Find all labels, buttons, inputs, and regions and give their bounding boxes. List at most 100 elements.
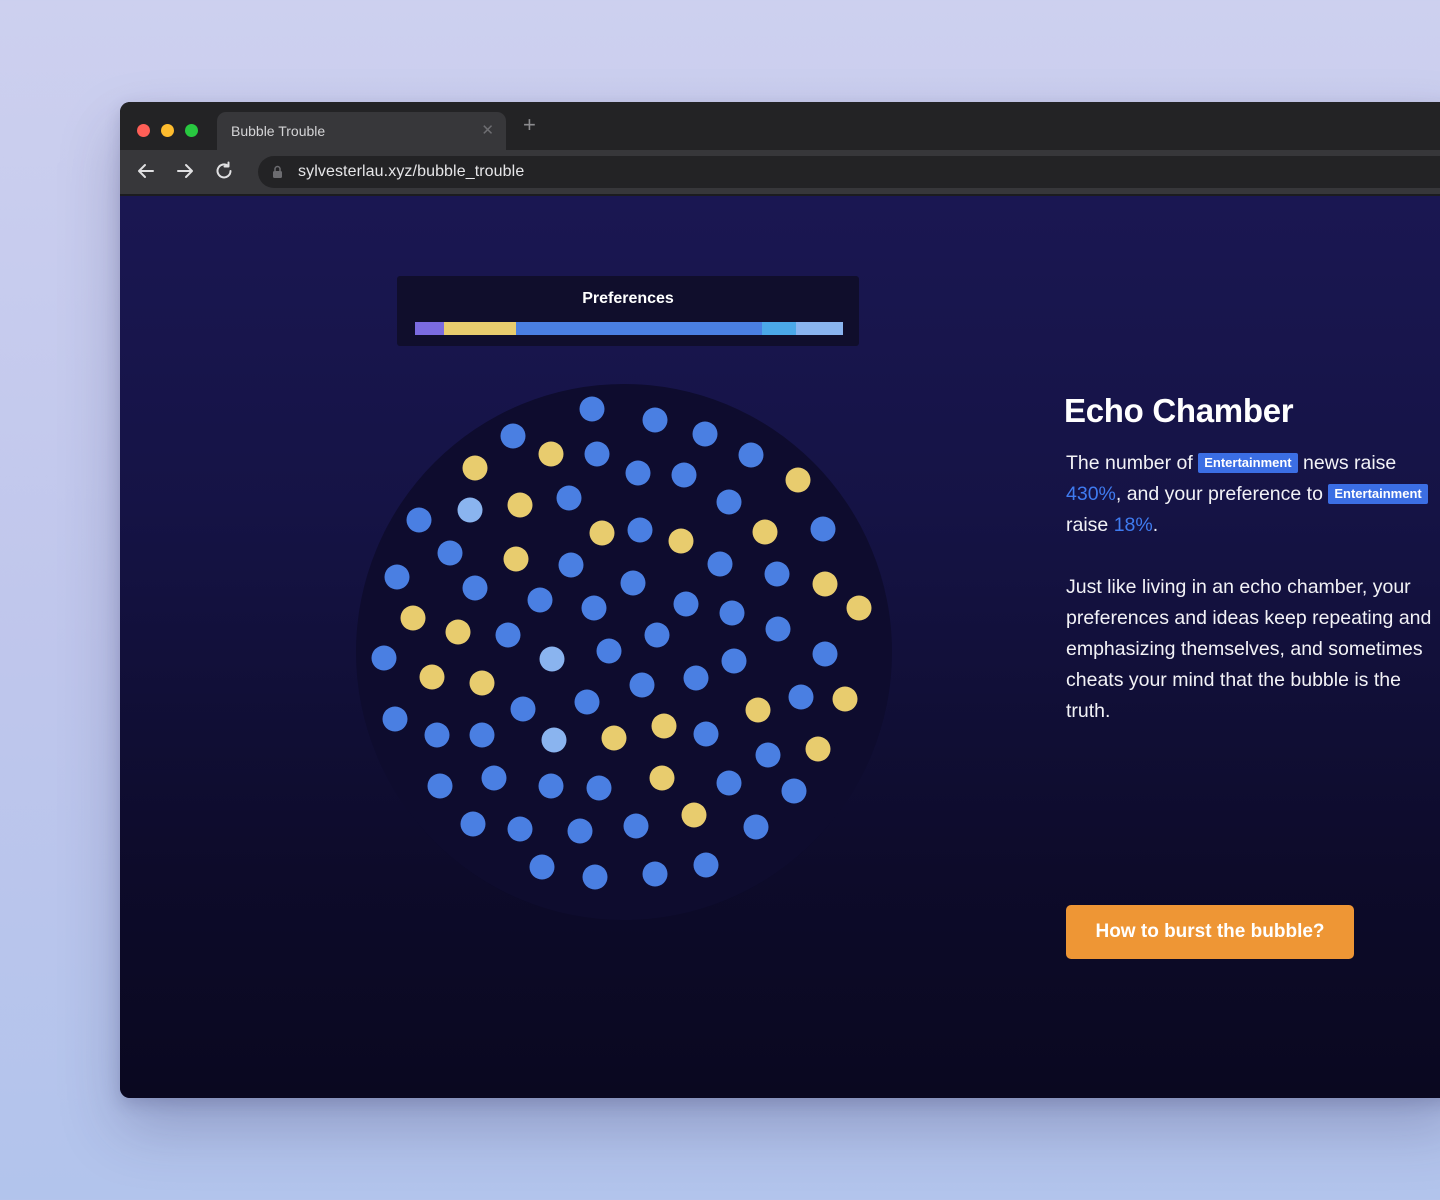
yellow-bubble <box>651 713 677 739</box>
preference-increase-value: 18% <box>1113 514 1153 536</box>
yellow-bubble <box>785 467 811 493</box>
yellow-bubble <box>400 605 426 631</box>
burst-bubble-button[interactable]: How to burst the bubble? <box>1066 905 1354 959</box>
browser-window: Bubble Trouble ✕ + sylvesterlau.xyz/bubb… <box>120 102 1440 1098</box>
yellow-bubble <box>649 765 675 791</box>
blue-bubble <box>581 595 607 621</box>
blue-bubble <box>627 517 653 543</box>
text-fragment: raise <box>1066 514 1114 536</box>
url-text: sylvesterlau.xyz/bubble_trouble <box>298 163 525 180</box>
blue-bubble <box>424 722 450 748</box>
yellow-bubble <box>752 519 778 545</box>
blue-bubble <box>596 638 622 664</box>
preference-segment <box>762 322 797 335</box>
blue-bubble <box>427 773 453 799</box>
blue-bubble <box>384 564 410 590</box>
blue-bubble <box>538 773 564 799</box>
blue-bubble <box>755 742 781 768</box>
blue-bubble <box>556 485 582 511</box>
yellow-bubble <box>503 546 529 572</box>
blue-bubble <box>764 561 790 587</box>
bubble-cluster <box>356 384 892 920</box>
yellow-bubble <box>745 697 771 723</box>
blue-bubble <box>644 622 670 648</box>
page-viewport: Preferences Echo Chamber The number of E… <box>120 196 1440 1098</box>
preference-segment <box>515 322 763 335</box>
browser-toolbar: sylvesterlau.xyz/bubble_trouble <box>120 150 1440 196</box>
blue-bubble <box>481 765 507 791</box>
news-increase-value: 430% <box>1066 483 1116 505</box>
blue-bubble <box>716 489 742 515</box>
blue-bubble <box>642 407 668 433</box>
blue-bubble <box>500 423 526 449</box>
text-fragment: news raise <box>1297 452 1397 474</box>
yellow-bubble <box>507 492 533 518</box>
preference-segment <box>415 322 445 335</box>
blue-bubble <box>738 442 764 468</box>
plus-icon[interactable]: + <box>523 114 536 136</box>
blue-bubble <box>625 460 651 486</box>
preferences-bar <box>415 322 843 335</box>
light-blue-bubble <box>539 646 565 672</box>
explanation-paragraph: Just like living in an echo chamber, you… <box>1066 576 1432 722</box>
tab-title: Bubble Trouble <box>231 123 326 139</box>
text-fragment: The number of <box>1066 452 1199 474</box>
blue-bubble <box>371 645 397 671</box>
active-tab[interactable]: Bubble Trouble ✕ <box>217 112 506 150</box>
blue-bubble <box>623 813 649 839</box>
yellow-bubble <box>538 441 564 467</box>
yellow-bubble <box>589 520 615 546</box>
close-icon[interactable]: ✕ <box>481 121 494 139</box>
blue-bubble <box>812 641 838 667</box>
category-tag: Entertainment <box>1198 453 1298 473</box>
reload-icon[interactable] <box>213 160 235 182</box>
back-arrow-icon[interactable] <box>135 160 157 182</box>
blue-bubble <box>574 689 600 715</box>
blue-bubble <box>582 864 608 890</box>
blue-bubble <box>510 696 536 722</box>
minimize-window-button[interactable] <box>161 124 174 137</box>
yellow-bubble <box>812 571 838 597</box>
blue-bubble <box>567 818 593 844</box>
blue-bubble <box>586 775 612 801</box>
blue-bubble <box>683 665 709 691</box>
address-bar[interactable]: sylvesterlau.xyz/bubble_trouble <box>258 156 1440 188</box>
blue-bubble <box>629 672 655 698</box>
blue-bubble <box>707 551 733 577</box>
stat-paragraph: The number of Entertainment news raise 4… <box>1066 448 1432 541</box>
text-fragment: , and your preference to <box>1115 483 1329 505</box>
section-heading: Echo Chamber <box>1064 392 1294 429</box>
blue-bubble <box>460 811 486 837</box>
blue-bubble <box>579 396 605 422</box>
blue-bubble <box>558 552 584 578</box>
maximize-window-button[interactable] <box>185 124 198 137</box>
close-window-button[interactable] <box>137 124 150 137</box>
yellow-bubble <box>462 455 488 481</box>
blue-bubble <box>495 622 521 648</box>
yellow-bubble <box>846 595 872 621</box>
blue-bubble <box>620 570 646 596</box>
preferences-panel: Preferences <box>397 276 859 346</box>
preference-segment <box>444 322 516 335</box>
yellow-bubble <box>445 619 471 645</box>
blue-bubble <box>716 770 742 796</box>
category-tag: Entertainment <box>1328 484 1428 504</box>
blue-bubble <box>529 854 555 880</box>
yellow-bubble <box>469 670 495 696</box>
yellow-bubble <box>832 686 858 712</box>
blue-bubble <box>462 575 488 601</box>
forward-arrow-icon[interactable] <box>174 160 196 182</box>
text-fragment: . <box>1152 514 1159 536</box>
blue-bubble <box>693 721 719 747</box>
preference-segment <box>796 322 843 335</box>
blue-bubble <box>781 778 807 804</box>
blue-bubble <box>693 852 719 878</box>
blue-bubble <box>406 507 432 533</box>
blue-bubble <box>719 600 745 626</box>
yellow-bubble <box>601 725 627 751</box>
tab-bar: Bubble Trouble ✕ + <box>120 102 1440 150</box>
blue-bubble <box>584 441 610 467</box>
blue-bubble <box>527 587 553 613</box>
blue-bubble <box>721 648 747 674</box>
blue-bubble <box>382 706 408 732</box>
